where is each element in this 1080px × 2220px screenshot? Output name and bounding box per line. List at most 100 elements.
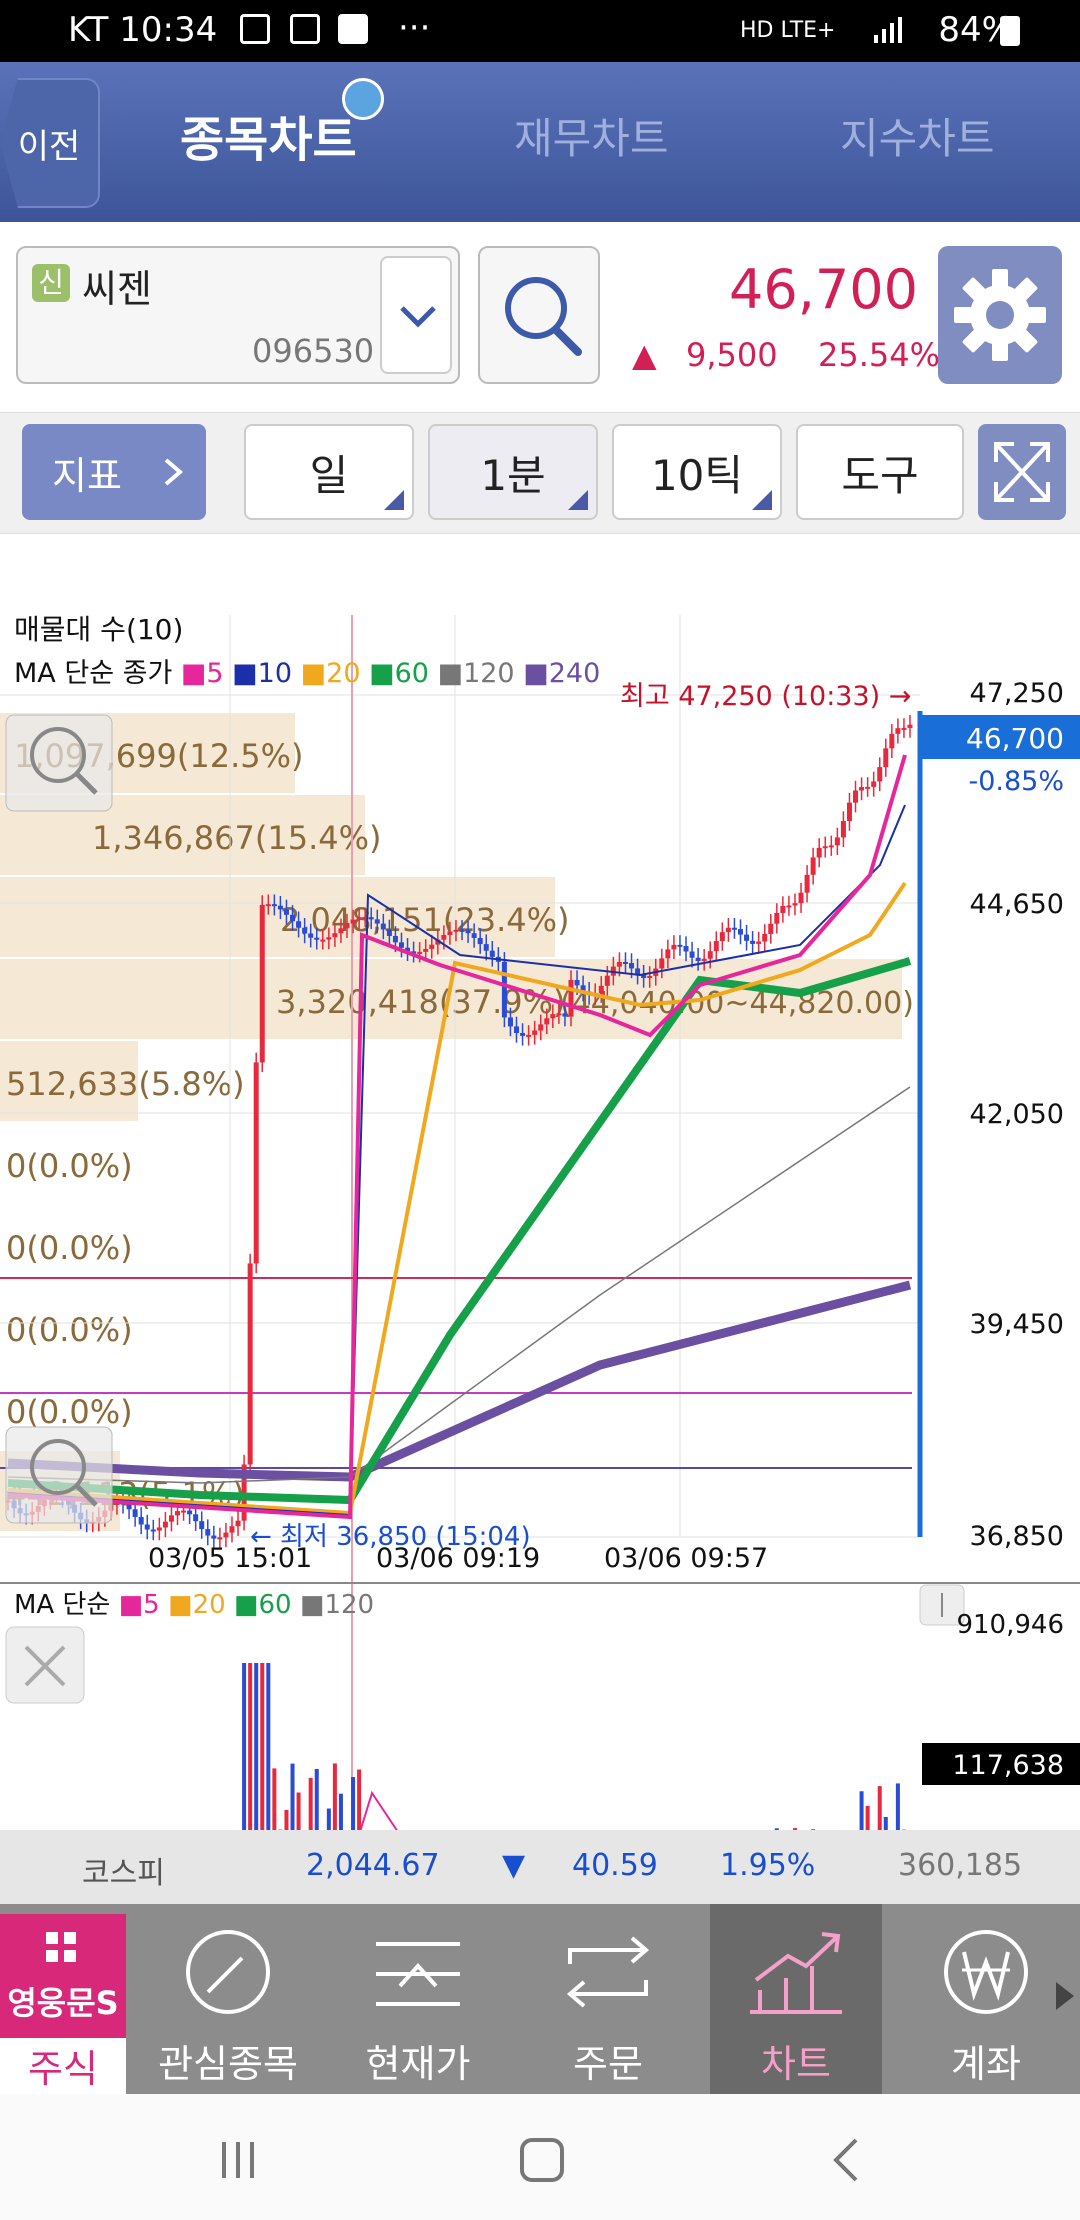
system-navigation-bar xyxy=(0,2094,1080,2220)
candle xyxy=(320,939,326,942)
legend-item-5: 240 xyxy=(549,658,601,689)
candle xyxy=(514,1026,520,1033)
gear-icon xyxy=(954,269,1046,361)
candle xyxy=(604,975,610,986)
kospi-volume: 360,185 xyxy=(898,1848,1023,1883)
candle xyxy=(501,961,507,1018)
candle xyxy=(211,1535,217,1539)
home-icon[interactable] xyxy=(518,2136,566,2184)
zoom-in-button[interactable] xyxy=(5,714,113,812)
candle xyxy=(719,932,725,942)
kospi-label: 코스피 xyxy=(82,1856,165,1891)
candle xyxy=(750,940,756,944)
y-tick-44650: 44,650 xyxy=(970,889,1064,920)
x-tick-0: 03/05 15:01 xyxy=(148,1543,312,1574)
candle xyxy=(277,905,283,910)
volume-profile-label-1: 1,346,867(15.4%) xyxy=(92,819,381,857)
candle xyxy=(574,980,580,986)
nav-home-stock[interactable]: 영웅문S 주식 xyxy=(0,1914,126,2094)
y-tick-36850: 36,850 xyxy=(970,1521,1064,1552)
tick-button[interactable]: 10틱 xyxy=(612,424,782,520)
legend-item-4: 120 xyxy=(463,658,523,689)
nav-label-order: 주문 xyxy=(573,2042,643,2086)
candle xyxy=(423,948,429,952)
candle xyxy=(883,748,889,768)
chart-icon xyxy=(750,1932,842,2014)
candle xyxy=(629,963,635,969)
candle xyxy=(429,944,435,949)
nav-label-account: 계좌 xyxy=(951,2042,1021,2086)
volume-legend-item-2: 60 xyxy=(259,1590,300,1620)
legend-item-1: 10 xyxy=(258,658,301,689)
candle xyxy=(538,1024,544,1031)
candle xyxy=(689,951,695,958)
nav-chart[interactable]: 차트 xyxy=(710,1904,882,2094)
candle xyxy=(695,957,701,961)
close-volume-pane-button[interactable] xyxy=(5,1626,85,1704)
volume-tick-max: 910,946 xyxy=(956,1610,1064,1640)
candle xyxy=(598,985,604,994)
order-exchange-icon xyxy=(566,1936,650,2008)
period-day-button[interactable]: 일 xyxy=(244,424,414,520)
current-price-axis-label: 46,700 xyxy=(966,722,1064,755)
candle xyxy=(526,1034,532,1037)
candle xyxy=(332,933,338,938)
volume-profile-label-4: (44,040.00~44,820.00) xyxy=(560,986,914,1021)
kospi-ticker[interactable]: 코스피 2,044.67 ▼ 40.59 1.95% 360,185 xyxy=(0,1830,1080,1904)
candle xyxy=(247,1263,253,1465)
nav-label-watchlist: 관심종목 xyxy=(158,2042,298,2086)
gallery-icon xyxy=(240,14,270,44)
candle xyxy=(150,1529,156,1532)
refresh-badge-icon xyxy=(342,78,384,120)
candle xyxy=(259,904,265,1063)
candle xyxy=(368,917,374,920)
candle xyxy=(265,904,271,907)
zoom-out-button[interactable] xyxy=(5,1426,113,1524)
candle xyxy=(308,933,314,938)
nav-label-current-price: 현재가 xyxy=(365,2042,471,2086)
candle xyxy=(229,1526,235,1533)
candle xyxy=(187,1510,193,1515)
tab-index-chart[interactable]: 지수차트 xyxy=(840,105,995,166)
stock-dropdown-button[interactable] xyxy=(380,256,452,374)
investing-icon xyxy=(290,14,320,44)
nav-watchlist[interactable]: 관심종목 xyxy=(146,1904,310,2094)
nav-more-arrow[interactable] xyxy=(1052,1976,1078,2020)
indicator-button[interactable]: 지표 xyxy=(22,424,206,520)
back-nav-icon[interactable] xyxy=(826,2136,866,2184)
legend-item-2: 20 xyxy=(326,658,369,689)
status-bar: KT 10:34 ··· HD LTE+ 84% xyxy=(0,0,1080,62)
change-amount: 9,500 xyxy=(686,336,778,374)
legend-item-0: 5 xyxy=(206,658,232,689)
volume-current-value: 117,638 xyxy=(952,1750,1064,1781)
tab-financial-chart[interactable]: 재무차트 xyxy=(514,105,669,166)
candle xyxy=(374,919,380,924)
nav-account[interactable]: 계좌 xyxy=(904,1904,1068,2094)
candle xyxy=(296,921,302,928)
period-minute-button[interactable]: 1분 xyxy=(428,424,598,520)
candle xyxy=(731,927,737,930)
candle xyxy=(683,946,689,952)
candle xyxy=(810,857,816,875)
candle xyxy=(792,903,798,906)
volume-profile-label-8: 0(0.0%) xyxy=(6,1311,133,1349)
tab-stock-chart[interactable]: 종목차트 xyxy=(180,100,357,170)
current-change-label: -0.85% xyxy=(968,766,1064,797)
recent-apps-icon[interactable] xyxy=(216,2138,260,2182)
candle xyxy=(840,821,846,838)
candle xyxy=(483,944,489,951)
candle xyxy=(816,847,822,858)
settings-button[interactable] xyxy=(938,246,1062,384)
back-button[interactable]: 이전 xyxy=(0,78,100,208)
candle xyxy=(550,1014,556,1019)
candle xyxy=(217,1537,223,1540)
nav-current-price[interactable]: 현재가 xyxy=(336,1904,500,2094)
fullscreen-button[interactable] xyxy=(978,424,1066,520)
tools-button[interactable]: 도구 xyxy=(796,424,964,520)
nav-order[interactable]: 주문 xyxy=(526,1904,690,2094)
expand-icon xyxy=(994,442,1050,502)
candle xyxy=(895,728,901,734)
search-button[interactable] xyxy=(478,246,600,384)
battery-icon xyxy=(1000,16,1020,46)
stock-chart[interactable]: 1,097,699(12.5%)1,346,867(15.4%)2,048,15… xyxy=(0,534,1080,1984)
